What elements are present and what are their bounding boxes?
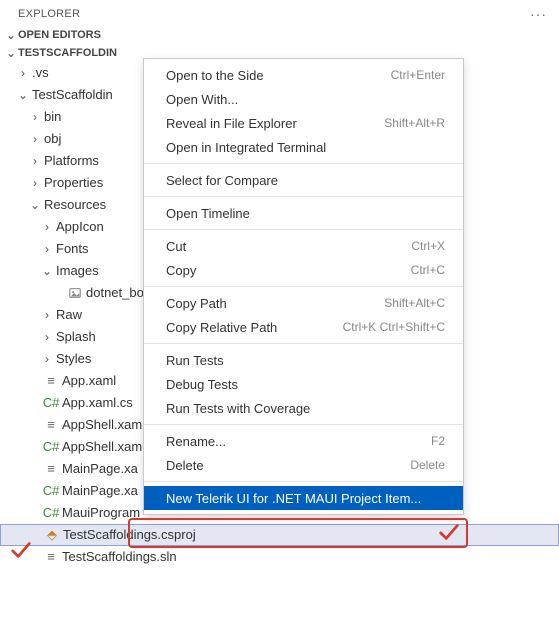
file-icon: ≡ <box>42 414 60 436</box>
file-icon: ≡ <box>42 546 60 568</box>
chevron-down-icon: ⌄ <box>16 84 30 106</box>
chevron-right-icon: › <box>40 348 54 370</box>
file-icon: ≡ <box>42 458 60 480</box>
csharp-icon: C# <box>42 436 60 458</box>
image-icon <box>66 286 84 300</box>
menu-debug-tests[interactable]: Debug Tests <box>144 372 463 396</box>
open-editors-section[interactable]: ⌄ OPEN EDITORS <box>0 26 559 44</box>
explorer-title: EXPLORER <box>18 8 80 20</box>
menu-open-with[interactable]: Open With... <box>144 87 463 111</box>
chevron-right-icon: › <box>40 304 54 326</box>
menu-copy[interactable]: CopyCtrl+C <box>144 258 463 282</box>
file-csproj[interactable]: ⬘TestScaffoldings.csproj <box>0 524 559 546</box>
csharp-icon: C# <box>42 480 60 502</box>
chevron-down-icon: ⌄ <box>4 46 18 60</box>
file-icon: ≡ <box>42 370 60 392</box>
menu-run-tests[interactable]: Run Tests <box>144 348 463 372</box>
menu-rename[interactable]: Rename...F2 <box>144 429 463 453</box>
menu-separator <box>144 424 463 425</box>
menu-copy-path[interactable]: Copy PathShift+Alt+C <box>144 291 463 315</box>
menu-telerik-item[interactable]: New Telerik UI for .NET MAUI Project Ite… <box>144 486 463 510</box>
chevron-down-icon: ⌄ <box>40 260 54 282</box>
chevron-down-icon: ⌄ <box>4 28 18 42</box>
chevron-right-icon: › <box>28 106 42 128</box>
menu-copy-rel[interactable]: Copy Relative PathCtrl+K Ctrl+Shift+C <box>144 315 463 339</box>
menu-cut[interactable]: CutCtrl+X <box>144 234 463 258</box>
menu-open-side[interactable]: Open to the SideCtrl+Enter <box>144 63 463 87</box>
chevron-right-icon: › <box>28 128 42 150</box>
menu-coverage[interactable]: Run Tests with Coverage <box>144 396 463 420</box>
more-actions-icon[interactable]: ··· <box>530 6 547 22</box>
chevron-right-icon: › <box>28 172 42 194</box>
menu-separator <box>144 229 463 230</box>
menu-compare[interactable]: Select for Compare <box>144 168 463 192</box>
context-menu: Open to the SideCtrl+Enter Open With... … <box>143 58 464 515</box>
menu-separator <box>144 163 463 164</box>
chevron-right-icon: › <box>40 216 54 238</box>
menu-separator <box>144 481 463 482</box>
chevron-right-icon: › <box>28 150 42 172</box>
menu-delete[interactable]: DeleteDelete <box>144 453 463 477</box>
file-sln[interactable]: ≡TestScaffoldings.sln <box>0 546 559 568</box>
open-editors-label: OPEN EDITORS <box>18 29 101 41</box>
xml-icon: ⬘ <box>43 524 61 546</box>
menu-terminal[interactable]: Open in Integrated Terminal <box>144 135 463 159</box>
menu-separator <box>144 343 463 344</box>
chevron-right-icon: › <box>40 326 54 348</box>
project-label: TESTSCAFFOLDIN <box>18 47 117 59</box>
csharp-icon: C# <box>42 392 60 414</box>
menu-timeline[interactable]: Open Timeline <box>144 201 463 225</box>
menu-separator <box>144 286 463 287</box>
chevron-right-icon: › <box>40 238 54 260</box>
chevron-down-icon: ⌄ <box>28 194 42 216</box>
chevron-right-icon: › <box>16 62 30 84</box>
menu-reveal[interactable]: Reveal in File ExplorerShift+Alt+R <box>144 111 463 135</box>
menu-separator <box>144 196 463 197</box>
csharp-icon: C# <box>42 502 60 524</box>
